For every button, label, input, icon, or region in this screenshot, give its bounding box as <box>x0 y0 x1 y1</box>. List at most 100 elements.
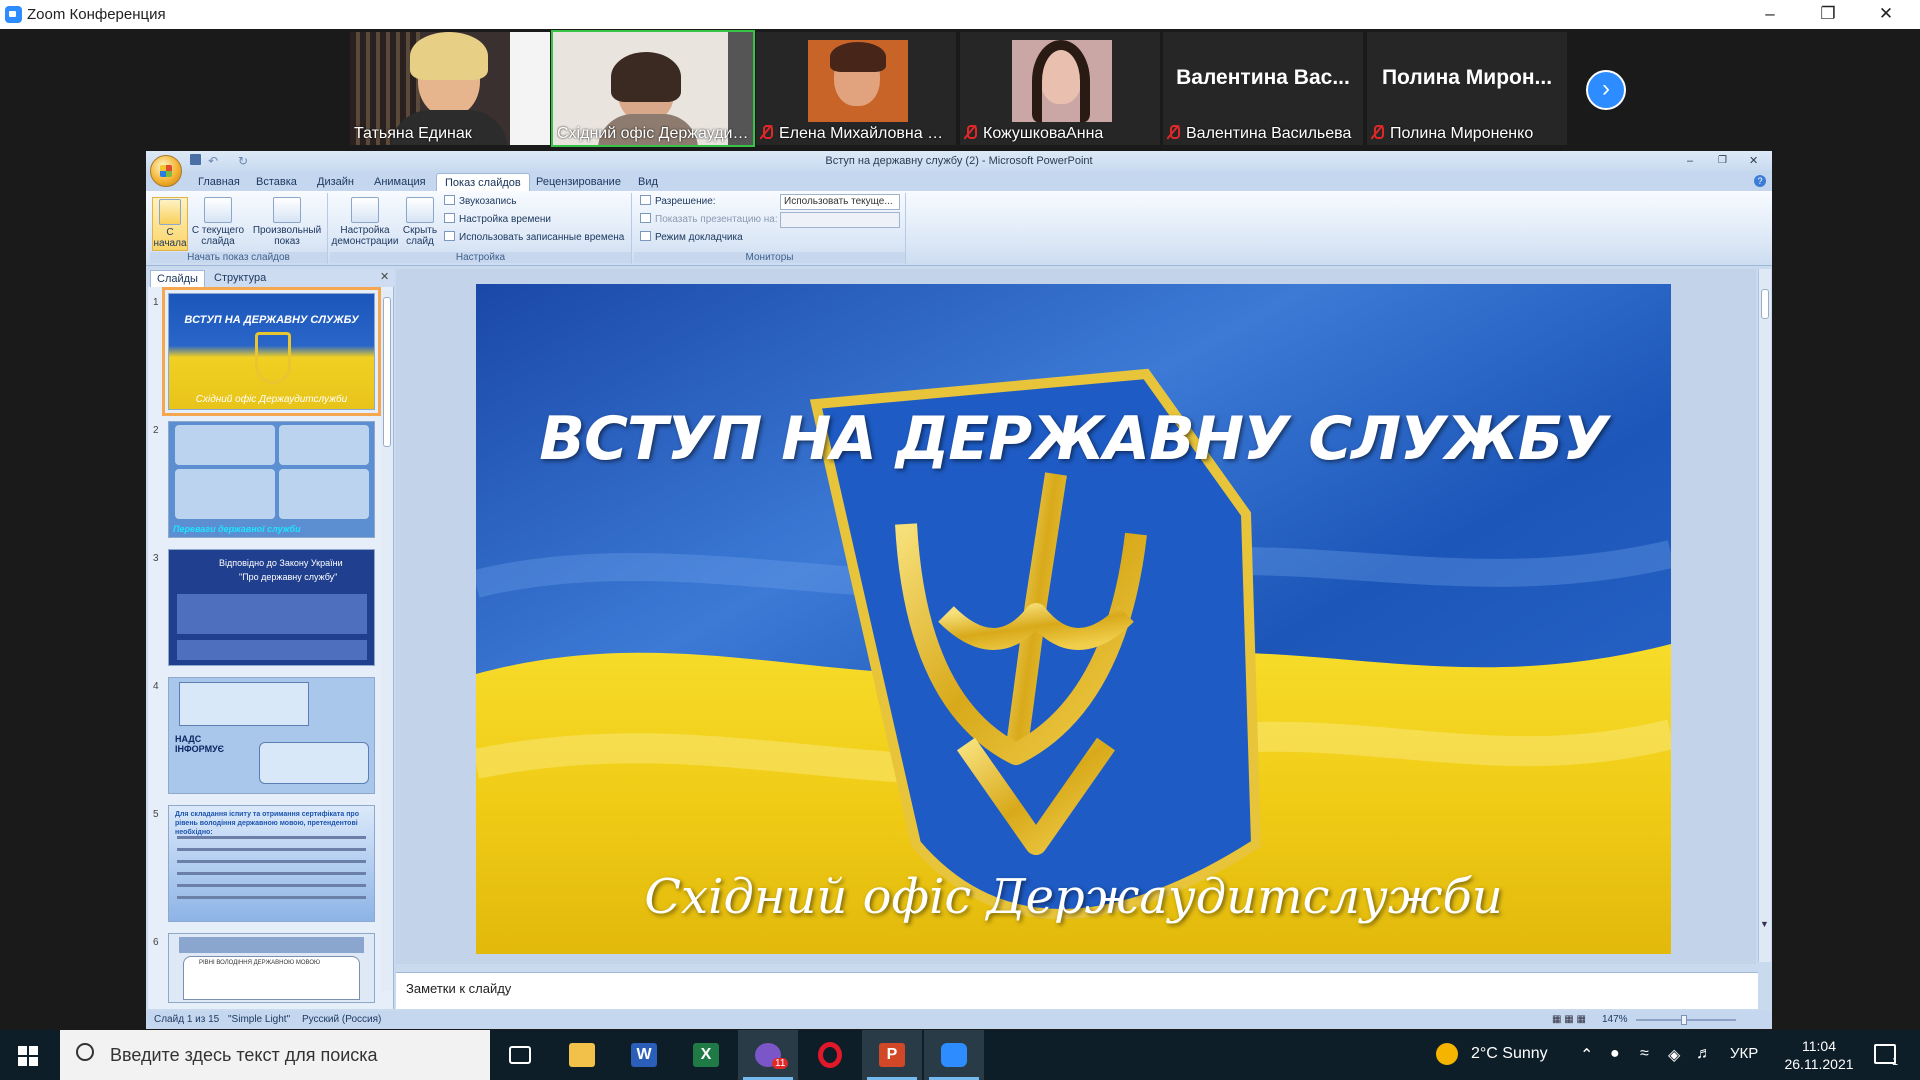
checkbox-icon <box>640 231 651 241</box>
tab-home[interactable]: Главная <box>190 173 248 191</box>
monitor-icon <box>640 213 651 223</box>
mic-muted-icon <box>760 125 773 139</box>
participant-tile-active[interactable]: Східний офіс Держаудит... <box>551 30 755 147</box>
from-beginning-button[interactable]: С начала <box>152 197 188 251</box>
tab-outline[interactable]: Структура <box>208 270 272 287</box>
zoom-title-bar: Zoom Конференция – ❐ ✕ <box>0 0 1920 29</box>
chevron-right-icon[interactable]: › <box>1586 70 1626 110</box>
participant-label: Полина Мирон... <box>1381 66 1553 89</box>
main-slide[interactable]: ВСТУП НА ДЕРЖАВНУ СЛУЖБУ Східний офіс Де… <box>476 284 1671 954</box>
scroll-down-icon[interactable]: ▼ <box>1760 919 1769 929</box>
search-icon <box>76 1043 94 1061</box>
file-explorer-icon[interactable] <box>552 1030 612 1080</box>
excel-icon[interactable]: X <box>676 1030 736 1080</box>
wifi-icon[interactable]: ≈ <box>1640 1045 1649 1063</box>
slide-thumbnail-3[interactable]: Відповідно до Закону України "Про держав… <box>168 549 375 666</box>
ppt-title-bar: Вступ на державну службу (2) - Microsoft… <box>146 151 1772 171</box>
custom-show-button[interactable]: Произвольный показ <box>248 197 326 247</box>
minimize-icon[interactable]: – <box>1742 0 1798 29</box>
status-language: Русский (Россия) <box>302 1014 382 1025</box>
monitor-icon <box>640 195 651 205</box>
from-current-button[interactable]: С текущего слайда <box>190 197 246 247</box>
slides-panel: Слайды Структура ✕ 1 ВСТУП НА ДЕРЖАВНУ С… <box>148 269 394 1009</box>
tab-slides[interactable]: Слайды <box>150 270 205 287</box>
zoom-level: 147% <box>1602 1014 1628 1025</box>
participant-tile[interactable]: КожушковаАнна <box>960 32 1160 145</box>
setup-show-button[interactable]: Настройка демонстрации <box>330 197 400 247</box>
record-narration-button[interactable]: Звукозапись <box>444 194 516 210</box>
trident-icon <box>255 332 291 384</box>
participant-name: Валентина Васильева <box>1186 125 1352 142</box>
viber-badge: 11 <box>772 1058 789 1069</box>
clock-time: 11:04 <box>1802 1038 1836 1054</box>
taskbar-search-input[interactable]: Введите здесь текст для поиска <box>60 1030 490 1080</box>
weather-text[interactable]: 2°C Sunny <box>1471 1045 1548 1063</box>
participant-tile[interactable]: Полина Мирон... Полина Мироненко <box>1367 32 1567 145</box>
rehearse-timings-button[interactable]: Настройка времени <box>444 212 551 228</box>
ppt-minimize-icon[interactable]: – <box>1687 151 1693 171</box>
hide-slide-button[interactable]: Скрыть слайд <box>400 197 440 247</box>
word-icon[interactable]: W <box>614 1030 674 1080</box>
ppt-window-title: Вступ на державну службу (2) - Microsoft… <box>825 155 1093 167</box>
participant-name: Татьяна Единак <box>354 125 472 142</box>
clock-icon <box>444 213 455 223</box>
tab-view[interactable]: Вид <box>630 173 666 191</box>
chevron-up-icon[interactable]: ⌃ <box>1580 1045 1593 1065</box>
slide-thumbnail-5[interactable]: Для складання іспиту та отримання сертиф… <box>168 805 375 922</box>
participant-name: Східний офіс Держаудит... <box>557 125 749 142</box>
panel-scrollbar[interactable] <box>381 291 393 991</box>
resolution-dropdown[interactable]: Использовать текуще... <box>780 194 900 210</box>
slide-scrollbar[interactable]: ▼ <box>1758 269 1771 962</box>
mic-muted-icon <box>1167 125 1180 139</box>
show-on-dropdown[interactable] <box>780 212 900 228</box>
participant-label: Валентина Вас... <box>1176 66 1350 89</box>
slide-thumbnail-4[interactable]: НАДС ІНФОРМУЄ <box>168 677 375 794</box>
input-language[interactable]: УКР <box>1730 1045 1758 1062</box>
ppt-close-icon[interactable]: ✕ <box>1749 151 1758 171</box>
tab-slideshow[interactable]: Показ слайдов <box>436 173 530 191</box>
redo-icon[interactable]: ↻ <box>238 151 248 171</box>
task-view-icon[interactable] <box>490 1030 550 1080</box>
tab-design[interactable]: Дизайн <box>309 173 362 191</box>
view-buttons-icon[interactable]: ▦ ▦ ▦ <box>1552 1011 1586 1029</box>
slideshow-current-icon <box>204 197 232 223</box>
clock[interactable]: 11:04 26.11.2021 <box>1784 1037 1854 1073</box>
slide-thumbnail-6[interactable]: РІВНІ ВОЛОДІННЯ ДЕРЖАВНОЮ МОВОЮ <box>168 933 375 1003</box>
slide-subtitle: Східний офіс Держаудитслужби <box>644 869 1503 925</box>
group-start-show: С начала С текущего слайда Произвольный … <box>150 193 328 264</box>
panel-close-icon[interactable]: ✕ <box>380 270 389 283</box>
status-bar: Слайд 1 из 15 "Simple Light" Русский (Ро… <box>146 1011 1772 1029</box>
participant-tile[interactable]: Елена Михайловна Ва... <box>756 32 956 145</box>
save-icon[interactable] <box>190 154 201 165</box>
undo-icon[interactable]: ↶ <box>208 151 218 171</box>
microphone-tray-icon[interactable]: ● <box>1610 1045 1620 1063</box>
zoom-slider-thumb[interactable] <box>1681 1015 1687 1025</box>
use-timings-checkbox[interactable]: Использовать записанные времена <box>444 230 624 246</box>
windows-start-icon[interactable] <box>18 1046 38 1066</box>
slide-thumbnail-1[interactable]: ВСТУП НА ДЕРЖАВНУ СЛУЖБУ Східний офіс Де… <box>162 287 381 416</box>
tab-insert[interactable]: Вставка <box>248 173 305 191</box>
participant-tile[interactable]: Валентина Вас... Валентина Васильева <box>1163 32 1363 145</box>
slide-number: 2 <box>153 425 159 436</box>
powerpoint-icon[interactable]: P <box>862 1030 922 1080</box>
tab-animation[interactable]: Анимация <box>366 173 434 191</box>
help-icon[interactable]: ? <box>1754 175 1766 187</box>
participant-tile[interactable]: Татьяна Единак <box>350 32 550 145</box>
shield-tray-icon[interactable]: ◈ <box>1668 1045 1680 1065</box>
tab-review[interactable]: Рецензирование <box>528 173 629 191</box>
mic-muted-icon <box>964 125 977 139</box>
viber-icon[interactable]: 11 <box>738 1030 798 1080</box>
close-icon[interactable]: ✕ <box>1858 0 1914 29</box>
presenter-view-checkbox[interactable]: Режим докладчика <box>640 230 743 246</box>
weather-sun-icon[interactable] <box>1436 1043 1458 1065</box>
office-button-icon[interactable] <box>150 155 182 187</box>
volume-icon[interactable]: ♬ <box>1696 1045 1712 1063</box>
slide-canvas: ВСТУП НА ДЕРЖАВНУ СЛУЖБУ Східний офіс Де… <box>396 269 1756 964</box>
slide-thumbnail-2[interactable]: Переваги державної служби <box>168 421 375 538</box>
notes-pane[interactable]: Заметки к слайду <box>396 972 1758 1009</box>
participant-name: КожушковаАнна <box>983 125 1104 142</box>
zoom-app-icon[interactable] <box>924 1030 984 1080</box>
restore-icon[interactable]: ❐ <box>1800 0 1856 29</box>
opera-icon[interactable] <box>800 1030 860 1080</box>
ppt-restore-icon[interactable]: ❐ <box>1718 151 1727 171</box>
